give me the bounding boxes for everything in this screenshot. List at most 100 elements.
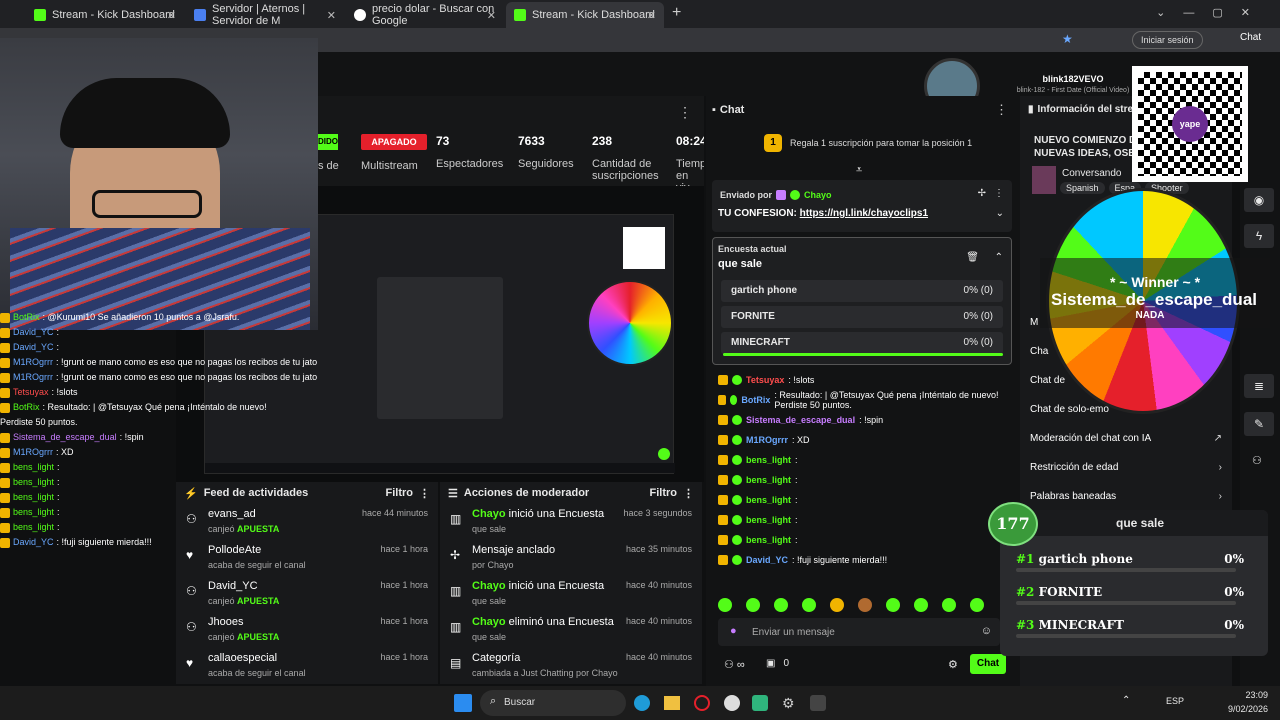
emote-icon[interactable] [886,598,900,612]
chat-options-icon[interactable]: ⋮ [995,102,1008,118]
multistream-status-badge[interactable]: APAGADO [361,134,427,150]
chevron-up-icon[interactable]: ⌃ [995,252,1003,263]
mod-filter-button[interactable]: Filtro [650,487,678,499]
taskbar-clock[interactable]: 23:09 [1228,690,1268,700]
pinned-link[interactable]: https://ngl.link/chayoclips1 [800,208,928,219]
signin-button[interactable]: Iniciar sesión [1132,31,1203,49]
chat-username[interactable]: bens_light [746,535,791,545]
emote-icon[interactable] [830,598,844,612]
emote-icon[interactable] [746,598,760,612]
chat-username[interactable]: BotRix [741,395,770,405]
star-icon[interactable]: ★ [1062,32,1073,46]
chevron-down-icon[interactable]: ⌄ [996,208,1004,219]
tab-aternos[interactable]: Servidor | Aternos | Servidor de M ✕ [186,2,344,28]
emote-icon[interactable] [942,598,956,612]
chat-setting-row[interactable]: Palabras baneadas › [1020,482,1232,511]
chat-input[interactable]: ● Enviar un mensaje ☺ [718,618,1000,646]
streamer-glasses [92,190,202,218]
more-options-icon[interactable]: ⋮ [419,487,430,500]
copilot-chat-button[interactable]: Chat [1240,32,1261,43]
app-icon[interactable] [752,695,768,711]
sub-badge-icon [776,190,787,200]
chart-icon: ▥ [450,512,462,526]
settings-gear-icon[interactable]: ⚙ [948,658,958,671]
tab-kick-dashboard-1[interactable]: Stream - Kick Dashboard ✕ [26,2,184,28]
mod-actor[interactable]: Chayo [472,616,506,628]
mod-actor[interactable]: Chayo [472,580,506,592]
windows-start-icon[interactable] [454,694,472,712]
chat-username[interactable]: Sistema_de_escape_dual [746,415,855,425]
overlay-chat-text: : @Kurumi10 Se añadieron 10 puntos a @Js… [42,312,240,322]
lightning-icon[interactable]: ϟ [1244,224,1274,248]
overlay-chat-user: bens_light [13,477,55,487]
settings-gear-icon[interactable]: ⚙ [782,695,798,711]
keyboard-language[interactable]: ESP [1166,696,1184,706]
camera-icon[interactable]: ◉ [1244,188,1274,212]
stream-tag[interactable]: Spanish [1060,182,1105,194]
file-explorer-icon[interactable] [664,696,680,710]
poll-option[interactable]: MINECRAFT 0% (0) [721,332,1003,354]
pin-icon[interactable]: ✢ [978,188,986,199]
sub-gift-text[interactable]: Regala 1 suscripción para tomar la posic… [790,138,972,148]
emote-icon[interactable] [914,598,928,612]
opera-icon[interactable] [694,695,710,711]
tab-google[interactable]: precio dolar - Buscar con Google ✕ [346,2,504,28]
obs-icon[interactable] [810,695,826,711]
tray-chevron-icon[interactable]: ⌃ [1122,695,1130,706]
wrench-icon[interactable]: ✎ [1244,412,1274,436]
emote-icon[interactable] [718,598,732,612]
poll-widget-count: 177 [988,502,1038,546]
chat-username[interactable]: Tetsuyax [746,375,784,385]
pinned-user[interactable]: Chayo [804,190,832,200]
new-tab-icon[interactable]: + [672,4,681,22]
close-tab-icon[interactable]: ✕ [167,9,176,22]
taskbar-date[interactable]: 9/02/2026 [1222,704,1268,714]
overlay-chat-user: bens_light [13,507,55,517]
mod-actor[interactable]: Chayo [472,508,506,520]
sub-badge-icon [0,372,10,383]
chat-username[interactable]: bens_light [746,455,791,465]
more-options-icon[interactable]: ⋮ [683,487,694,500]
chat-message-text: : XD [792,435,810,445]
close-tab-icon[interactable]: ✕ [647,9,656,22]
tab-kick-dashboard-2[interactable]: Stream - Kick Dashboard ✕ [506,2,664,28]
mod-action-subtitle: que sale [472,632,507,642]
sub-badge-icon [0,357,10,368]
chat-username[interactable]: bens_light [746,475,791,485]
users-icon[interactable]: ⚇ [1252,454,1262,467]
activity-filter-button[interactable]: Filtro [386,487,414,499]
chrome-icon[interactable] [724,695,740,711]
chat-username[interactable]: bens_light [746,495,791,505]
chevron-right-icon: › [1218,491,1222,502]
more-options-icon[interactable]: ⋮ [994,188,1004,199]
poll-option[interactable]: FORNITE 0% (0) [721,306,1003,328]
microphone-icon[interactable]: ● [730,625,737,637]
scroll-down-icon[interactable]: ⩡ [856,164,862,177]
emote-icon[interactable] [858,598,872,612]
close-tab-icon[interactable]: ✕ [487,9,496,22]
emote-icon[interactable] [970,598,984,612]
chevron-right-icon: › [1218,462,1222,473]
chat-setting-row[interactable]: Moderación del chat con IA ↗ [1020,424,1232,453]
overlay-chat-text: : [56,342,60,352]
chat-username[interactable]: M1ROgrrr [746,435,788,445]
stack-icon[interactable]: ≣ [1244,374,1274,398]
emote-icon[interactable] [774,598,788,612]
emote-icon[interactable] [802,598,816,612]
sub-badge-icon [718,415,728,425]
more-options-icon[interactable]: ⋮ [678,104,692,121]
chat-username[interactable]: bens_light [746,515,791,525]
mod-action-subtitle: por Chayo [472,560,514,570]
chat-setting-row[interactable]: Restricción de edad › [1020,453,1232,482]
window-controls[interactable]: ⌄—▢✕ [1156,6,1268,19]
users-icon[interactable]: ⚇ ∞ [724,658,745,671]
close-tab-icon[interactable]: ✕ [327,9,336,22]
gift-icon[interactable]: ▣ [766,658,775,669]
taskbar-search[interactable]: ⌕ Buscar [480,690,626,716]
poll-option[interactable]: gartich phone 0% (0) [721,280,1003,302]
emoji-picker-icon[interactable]: ☺ [981,625,992,637]
chat-username[interactable]: David_YC [746,555,788,565]
edge-icon[interactable] [634,695,650,711]
send-chat-button[interactable]: Chat [970,654,1006,674]
delete-poll-icon[interactable]: 🗑 [966,252,979,263]
